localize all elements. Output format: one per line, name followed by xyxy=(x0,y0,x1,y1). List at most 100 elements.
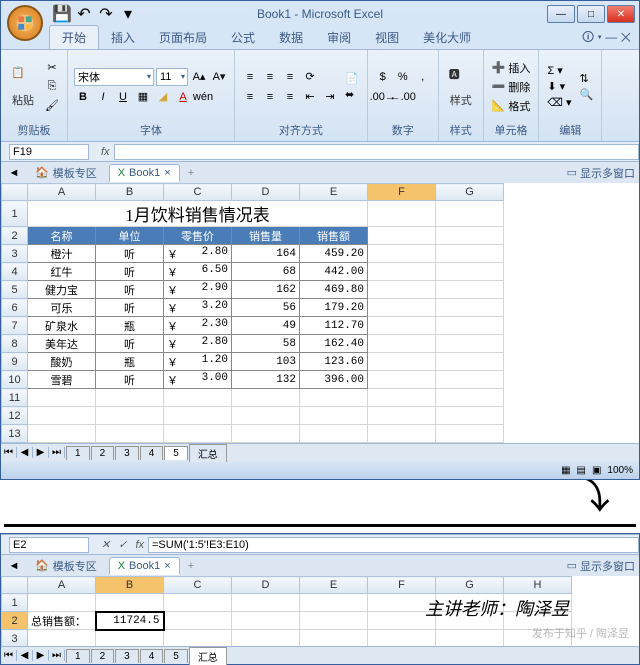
font-name-combo[interactable]: 宋体 xyxy=(74,68,154,86)
merge-center-button[interactable]: ⬌ xyxy=(343,87,361,102)
grid[interactable]: ABCDEFG 11月饮料销售情况表 2名称单位零售价销售量销售额 3橙汁听2.… xyxy=(1,183,504,443)
orientation-icon[interactable]: ⟳ xyxy=(301,68,319,86)
row-13[interactable]: 13 xyxy=(2,425,28,443)
tab-insert[interactable]: 插入 xyxy=(99,26,147,49)
paste-button[interactable]: 📋 粘贴 xyxy=(7,64,39,110)
close-button[interactable]: ✕ xyxy=(607,5,635,23)
view-break-icon[interactable]: ▣ xyxy=(592,465,601,476)
view-layout-icon[interactable]: ▤ xyxy=(577,465,586,476)
col-C[interactable]: C xyxy=(164,184,232,201)
format-painter-icon[interactable]: 🖌 xyxy=(43,97,61,115)
styles-button[interactable]: 🅰 样式 xyxy=(445,64,477,110)
add-tab-icon[interactable]: + xyxy=(184,167,198,179)
row-12[interactable]: 12 xyxy=(2,407,28,425)
multi-window-button[interactable]: ▭ 显示多窗口 xyxy=(567,165,635,181)
qat-dropdown-icon[interactable]: ▾ xyxy=(119,5,137,23)
row-14[interactable]: 14 xyxy=(2,443,28,444)
table-row[interactable]: 8美年达听2.8058162.40 xyxy=(2,335,504,353)
row-11[interactable]: 11 xyxy=(2,389,28,407)
col-E[interactable]: E xyxy=(300,184,368,201)
clear-button[interactable]: ⌫ ▾ xyxy=(545,95,573,110)
underline-button[interactable]: U xyxy=(114,88,132,106)
phonetic-button[interactable]: wén xyxy=(194,88,212,106)
total-value-cell[interactable]: 11724.5 xyxy=(96,612,164,630)
doc-tab-book1[interactable]: XBook1× xyxy=(109,164,180,182)
formula-input[interactable] xyxy=(114,144,639,160)
col-D[interactable]: D xyxy=(232,184,300,201)
fill-color-button[interactable]: ◢ xyxy=(154,88,172,106)
table-row[interactable]: 5健力宝听2.90162469.80 xyxy=(2,281,504,299)
comma-icon[interactable]: , xyxy=(414,68,432,86)
sheet-tab-5[interactable]: 5 xyxy=(164,446,188,460)
maximize-button[interactable]: □ xyxy=(577,5,605,23)
dec-decimal-icon[interactable]: ←.00 xyxy=(394,88,412,106)
copy-icon[interactable]: ⎘ xyxy=(43,78,61,96)
align-left-icon[interactable]: ≡ xyxy=(241,88,259,106)
formula-input-bottom[interactable]: =SUM('1:5'!E3:E10) xyxy=(148,537,639,553)
cut-icon[interactable]: ✂ xyxy=(43,59,61,77)
worksheet-area-bottom[interactable]: ABCDEFGH 1 2总销售额：11724.5 3 主讲老师：陶泽昱 发布于知… xyxy=(1,576,639,646)
undo-icon[interactable]: ↶ xyxy=(75,5,93,23)
sheet-tab-4[interactable]: 4 xyxy=(140,446,164,460)
zoom-level[interactable]: 100% xyxy=(607,465,633,476)
add-tab-icon[interactable]: + xyxy=(184,560,198,572)
view-normal-icon[interactable]: ▦ xyxy=(561,465,570,476)
align-center-icon[interactable]: ≡ xyxy=(261,88,279,106)
close-tab-icon[interactable]: × xyxy=(164,560,170,572)
col-F[interactable]: F xyxy=(368,184,436,201)
total-label-cell[interactable]: 总销售额： xyxy=(28,612,96,630)
table-row[interactable]: 9酸奶瓶1.20103123.60 xyxy=(2,353,504,371)
sheet-nav-last-icon[interactable]: ⏭ xyxy=(49,447,65,458)
sheet-nav-first-icon[interactable]: ⏮ xyxy=(1,650,17,661)
find-select-button[interactable]: 🔍 xyxy=(578,87,596,102)
percent-icon[interactable]: % xyxy=(394,68,412,86)
minimize-button[interactable]: — xyxy=(547,5,575,23)
tab-nav-left-icon[interactable]: ◄ xyxy=(5,164,23,182)
sheet-tab-summary[interactable]: 汇总 xyxy=(189,444,227,462)
increase-font-icon[interactable]: A▴ xyxy=(190,68,208,86)
office-button[interactable] xyxy=(7,5,43,41)
table-title[interactable]: 1月饮料销售情况表 xyxy=(28,201,368,227)
italic-button[interactable]: I xyxy=(94,88,112,106)
indent-in-icon[interactable]: ⇥ xyxy=(321,88,339,106)
enter-icon[interactable]: ✓ xyxy=(114,538,131,551)
tab-review[interactable]: 审阅 xyxy=(315,26,363,49)
tab-view[interactable]: 视图 xyxy=(363,26,411,49)
table-row[interactable]: 3橙汁听2.80164459.20 xyxy=(2,245,504,263)
sheet-nav-prev-icon[interactable]: ◀ xyxy=(17,650,33,661)
sheet-nav-first-icon[interactable]: ⏮ xyxy=(1,447,17,458)
decrease-font-icon[interactable]: A▾ xyxy=(210,68,228,86)
name-box[interactable]: F19 xyxy=(9,144,89,160)
tab-formulas[interactable]: 公式 xyxy=(219,26,267,49)
multi-window-button[interactable]: ▭ 显示多窗口 xyxy=(567,558,635,574)
sheet-tab-1[interactable]: 1 xyxy=(66,446,90,460)
fx-icon-bottom[interactable]: fx xyxy=(131,539,148,551)
doc-tab-template[interactable]: 🏠模板专区 xyxy=(27,556,105,576)
redo-icon[interactable]: ↷ xyxy=(97,5,115,23)
align-right-icon[interactable]: ≡ xyxy=(281,88,299,106)
align-top-icon[interactable]: ≡ xyxy=(241,68,259,86)
align-middle-icon[interactable]: ≡ xyxy=(261,68,279,86)
save-icon[interactable]: 💾 xyxy=(53,5,71,23)
sheet-nav-next-icon[interactable]: ▶ xyxy=(33,447,49,458)
delete-cells-button[interactable]: ➖ 删除 xyxy=(490,78,533,96)
close-tab-icon[interactable]: × xyxy=(164,167,170,179)
table-row[interactable]: 7矿泉水瓶2.3049112.70 xyxy=(2,317,504,335)
sheet-nav-prev-icon[interactable]: ◀ xyxy=(17,447,33,458)
table-row[interactable]: 6可乐听3.2056179.20 xyxy=(2,299,504,317)
table-row[interactable]: 10雪碧听3.00132396.00 xyxy=(2,371,504,389)
indent-out-icon[interactable]: ⇤ xyxy=(301,88,319,106)
autosum-button[interactable]: Σ ▾ xyxy=(545,63,573,78)
sheet-tab-2[interactable]: 2 xyxy=(91,446,115,460)
tab-nav-left-icon[interactable]: ◄ xyxy=(5,557,23,575)
tab-page-layout[interactable]: 页面布局 xyxy=(147,26,219,49)
font-size-combo[interactable]: 11 xyxy=(156,68,188,86)
fx-icon[interactable]: fx xyxy=(97,146,114,158)
row-2[interactable]: 2 xyxy=(2,227,28,245)
font-color-button[interactable]: A xyxy=(174,88,192,106)
sort-filter-button[interactable]: ⇅ xyxy=(578,71,596,86)
doc-tab-book1[interactable]: XBook1× xyxy=(109,557,180,575)
sheet-nav-last-icon[interactable]: ⏭ xyxy=(49,650,65,661)
bold-button[interactable]: B xyxy=(74,88,92,106)
ribbon-help-icon[interactable]: 🛈 ▾ — ✕ xyxy=(574,28,639,49)
